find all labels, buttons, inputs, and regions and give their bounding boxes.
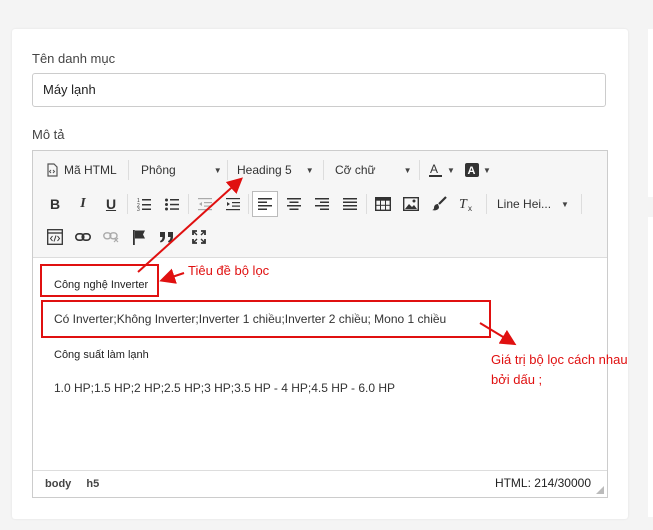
toolbar-divider (188, 194, 189, 214)
caret-down-icon: ▼ (305, 165, 314, 175)
annotation-box-heading (40, 264, 159, 297)
ordered-list-icon: 123 (137, 198, 151, 211)
align-center-button[interactable] (286, 192, 302, 216)
clear-format-icon: Tx (459, 197, 472, 212)
outdent-button[interactable] (197, 192, 213, 216)
caret-down-icon: ▼ (561, 199, 569, 209)
toolbar-divider (323, 160, 324, 180)
bullet-list-icon (165, 198, 179, 211)
line-height-label: Line Hei... (497, 197, 552, 211)
italic-button[interactable]: I (75, 192, 91, 216)
code-view-icon (47, 229, 63, 245)
toolbar-divider (366, 194, 367, 214)
format-painter-button[interactable] (430, 192, 448, 216)
toolbar-divider (486, 194, 487, 214)
table-icon (375, 197, 391, 211)
indent-button[interactable] (225, 192, 241, 216)
description-label: Mô tả (32, 127, 65, 142)
underline-icon: U (105, 196, 117, 212)
toolbar-divider (227, 160, 228, 180)
font-size-dropdown[interactable]: Cỡ chữ ▼ (335, 158, 412, 182)
path-body[interactable]: body (45, 478, 71, 490)
content-values-capacity[interactable]: 1.0 HP;1.5 HP;2 HP;2.5 HP;3 HP;3.5 HP - … (54, 381, 395, 395)
insert-table-button[interactable] (374, 192, 392, 216)
toolbar-divider (128, 160, 129, 180)
html-source-button[interactable]: Mã HTML (45, 158, 117, 182)
html-source-label: Mã HTML (64, 163, 117, 177)
align-justify-button[interactable] (342, 192, 358, 216)
toolbar-divider (581, 194, 582, 214)
bullet-list-button[interactable] (164, 192, 180, 216)
annotation-values-note-line2: bởi dấu ; (491, 372, 543, 387)
annotation-box-values (41, 300, 491, 338)
line-height-dropdown[interactable]: Line Hei... ▼ (497, 192, 569, 216)
heading-dropdown[interactable]: Heading 5 ▼ (237, 158, 314, 182)
toolbar-divider (248, 194, 249, 214)
path-h5[interactable]: h5 (86, 478, 99, 490)
clear-format-button[interactable]: Tx (458, 192, 476, 216)
resize-handle-icon[interactable] (596, 486, 604, 494)
side-panel-lower (648, 217, 653, 517)
blockquote-button[interactable] (158, 225, 176, 249)
character-count: HTML: 214/30000 (494, 476, 591, 490)
unlink-icon (103, 232, 119, 243)
align-left-button[interactable] (252, 191, 278, 217)
caret-down-icon: ▼ (447, 165, 455, 175)
align-left-icon (258, 198, 272, 210)
svg-text:T: T (459, 197, 468, 212)
text-color-icon: A (429, 162, 442, 177)
caret-down-icon: ▼ (213, 165, 222, 175)
caret-down-icon: ▼ (483, 165, 491, 175)
italic-icon: I (80, 196, 86, 211)
indent-icon (226, 198, 240, 211)
align-justify-icon (343, 198, 357, 210)
align-right-button[interactable] (314, 192, 330, 216)
bold-button[interactable]: B (47, 192, 63, 216)
font-size-label: Cỡ chữ (335, 163, 376, 177)
svg-text:A: A (430, 162, 438, 176)
image-icon (403, 197, 419, 211)
insert-image-button[interactable] (402, 192, 420, 216)
text-color-button[interactable]: A ▼ (429, 158, 455, 182)
file-code-icon (47, 163, 58, 177)
category-name-input[interactable]: Máy lạnh (32, 73, 606, 107)
fullscreen-icon (192, 230, 206, 244)
anchor-button[interactable] (130, 225, 148, 249)
side-panel (648, 29, 653, 197)
annotation-title-note: Tiêu đề bộ lọc (188, 263, 270, 278)
unlink-button[interactable] (102, 225, 120, 249)
annotation-values-note-line1: Giá trị bộ lọc cách nhau (491, 352, 628, 367)
underline-button[interactable]: U (103, 192, 119, 216)
bold-icon: B (49, 196, 61, 212)
toolbar-divider (419, 160, 420, 180)
align-right-icon (315, 198, 329, 210)
editor-statusbar: body h5 HTML: 214/30000 (33, 470, 607, 497)
quote-icon (160, 232, 173, 243)
editor-toolbar: Mã HTML Phông ▼ Heading 5 ▼ Cỡ chữ ▼ A ▼… (33, 151, 607, 258)
svg-text:A: A (468, 165, 476, 177)
background-color-icon: A (465, 163, 479, 177)
font-family-label: Phông (141, 163, 176, 177)
paint-brush-icon (432, 196, 447, 211)
element-path: body h5 (45, 478, 111, 490)
code-view-button[interactable] (46, 225, 64, 249)
fullscreen-button[interactable] (190, 225, 208, 249)
toolbar-divider (127, 194, 128, 214)
category-name-label: Tên danh mục (32, 51, 116, 66)
link-icon (75, 232, 91, 242)
background-color-button[interactable]: A ▼ (465, 158, 491, 182)
ordered-list-button[interactable]: 123 (136, 192, 152, 216)
font-family-dropdown[interactable]: Phông ▼ (141, 158, 222, 182)
svg-text:x: x (468, 204, 472, 212)
content-heading-capacity[interactable]: Công suất làm lạnh (54, 349, 149, 361)
caret-down-icon: ▼ (403, 165, 412, 175)
flag-icon (133, 230, 145, 245)
align-center-icon (287, 198, 301, 210)
heading-label: Heading 5 (237, 163, 292, 177)
svg-text:3: 3 (137, 207, 140, 211)
insert-link-button[interactable] (74, 225, 92, 249)
outdent-icon (198, 198, 212, 211)
